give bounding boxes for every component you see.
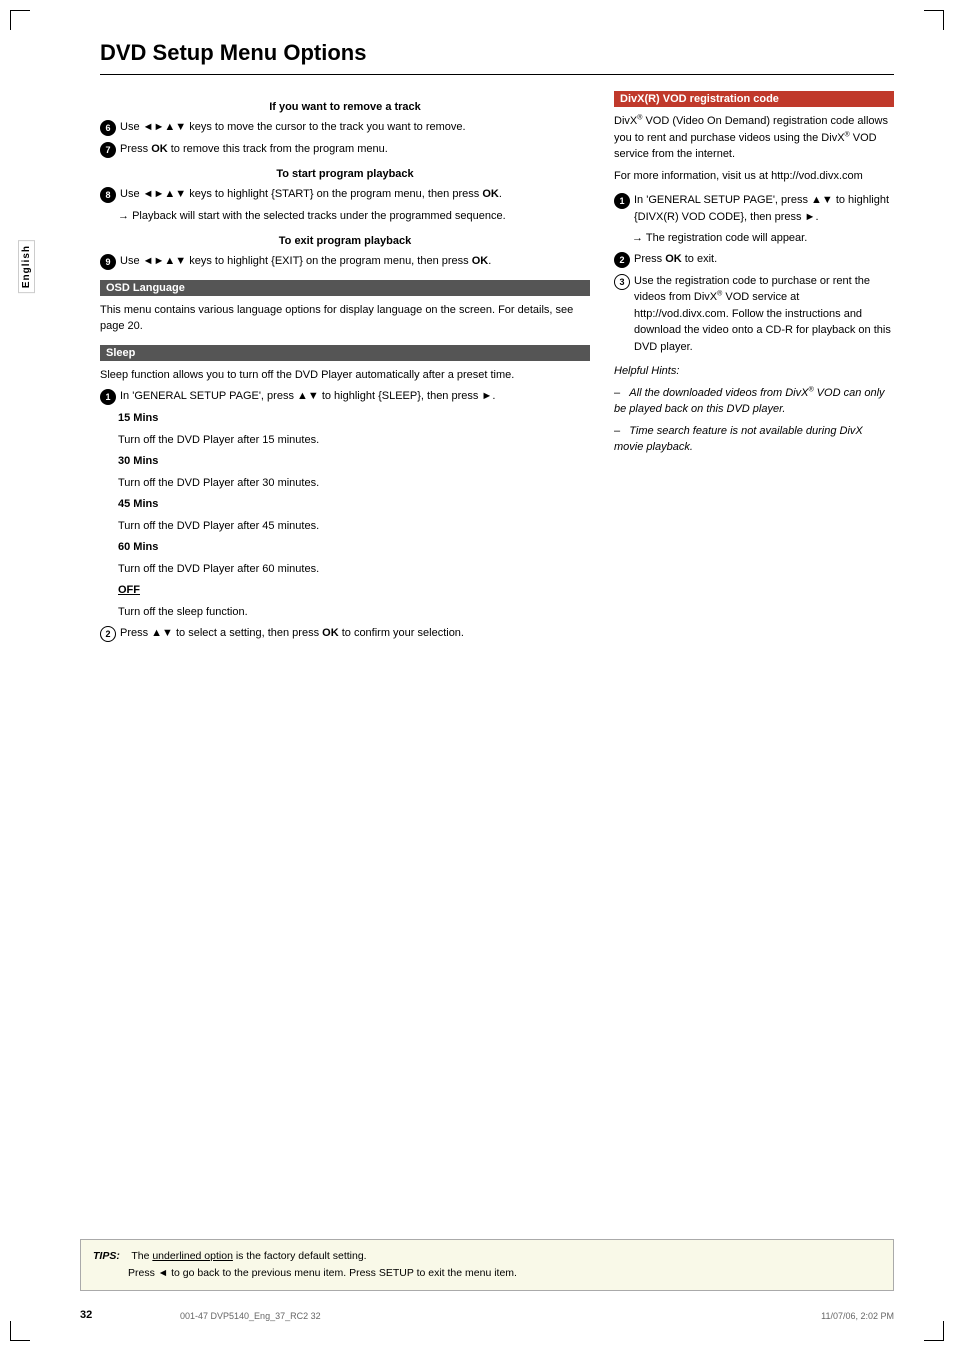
number-3-divx: 3	[614, 274, 630, 290]
divx-visit: For more information, visit us at http:/…	[614, 168, 894, 185]
helpful-hints-label: Helpful Hints:	[614, 363, 894, 380]
sleep-options: 15 Mins Turn off the DVD Player after 15…	[118, 410, 590, 620]
exit-playback-heading: To exit program playback	[100, 235, 590, 247]
sleep-off-text: Turn off the sleep function.	[118, 604, 590, 621]
start-playback-heading: To start program playback	[100, 168, 590, 180]
osd-language-heading: OSD Language	[100, 280, 590, 296]
sleep-15-text: Turn off the DVD Player after 15 minutes…	[118, 432, 590, 449]
number-1-divx: 1	[614, 193, 630, 209]
tips-label: TIPS:	[93, 1250, 120, 1262]
divx-step-3-text: Use the registration code to purchase or…	[634, 273, 894, 356]
divx-intro: DivX® VOD (Video On Demand) registration…	[614, 113, 894, 163]
start-playback-item-8: 8 Use ◄►▲▼ keys to highlight {START} on …	[100, 186, 590, 203]
sleep-15-label: 15 Mins	[118, 410, 590, 427]
number-9: 9	[100, 254, 116, 270]
number-8: 8	[100, 187, 116, 203]
corner-tr	[924, 10, 944, 30]
number-2-divx: 2	[614, 252, 630, 268]
tips-box: TIPS: The underlined option is the facto…	[80, 1239, 894, 1291]
number-2-sleep: 2	[100, 626, 116, 642]
divx-step-1-text: In 'GENERAL SETUP PAGE', press ▲▼ to hig…	[634, 192, 894, 225]
number-7: 7	[100, 142, 116, 158]
remove-track-item-6: 6 Use ◄►▲▼ keys to move the cursor to th…	[100, 119, 590, 136]
corner-br	[924, 1321, 944, 1341]
sleep-45-text: Turn off the DVD Player after 45 minutes…	[118, 518, 590, 535]
divx-heading: DivX(R) VOD registration code	[614, 91, 894, 107]
sleep-60-label: 60 Mins	[118, 539, 590, 556]
right-column: DivX(R) VOD registration code DivX® VOD …	[614, 91, 894, 647]
content-area: If you want to remove a track 6 Use ◄►▲▼…	[100, 91, 894, 647]
tips-line2: Press ◄ to go back to the previous menu …	[128, 1267, 517, 1279]
sleep-45-label: 45 Mins	[118, 496, 590, 513]
divx-step-2-text: Press OK to exit.	[634, 251, 894, 268]
corner-tl	[10, 10, 30, 30]
hint-1: – All the downloaded videos from DivX® V…	[614, 385, 894, 418]
sleep-heading: Sleep	[100, 345, 590, 361]
remove-track-text-6: Use ◄►▲▼ keys to move the cursor to the …	[120, 119, 590, 136]
sleep-intro: Sleep function allows you to turn off th…	[100, 367, 590, 384]
number-6: 6	[100, 120, 116, 136]
sleep-30-text: Turn off the DVD Player after 30 minutes…	[118, 475, 590, 492]
divx-step-1: 1 In 'GENERAL SETUP PAGE', press ▲▼ to h…	[614, 192, 894, 225]
footer-date: 11/07/06, 2:02 PM	[821, 1311, 894, 1321]
tips-line1: The underlined option is the factory def…	[131, 1250, 366, 1262]
osd-text: This menu contains various language opti…	[100, 302, 590, 335]
sleep-off-label: OFF	[118, 582, 590, 599]
number-1-sleep: 1	[100, 389, 116, 405]
divx-step-2: 2 Press OK to exit.	[614, 251, 894, 268]
left-column: If you want to remove a track 6 Use ◄►▲▼…	[100, 91, 590, 647]
sleep-step-2: 2 Press ▲▼ to select a setting, then pre…	[100, 625, 590, 642]
hint-2: – Time search feature is not available d…	[614, 423, 894, 456]
sleep-60-text: Turn off the DVD Player after 60 minutes…	[118, 561, 590, 578]
footer-code: 001-47 DVP5140_Eng_37_RC2 32	[180, 1311, 321, 1321]
exit-playback-item-9: 9 Use ◄►▲▼ keys to highlight {EXIT} on t…	[100, 253, 590, 270]
corner-bl	[10, 1321, 30, 1341]
page: English DVD Setup Menu Options If you wa…	[0, 0, 954, 1351]
sleep-step-1: 1 In 'GENERAL SETUP PAGE', press ▲▼ to h…	[100, 388, 590, 405]
divx-step-1-arrow: The registration code will appear.	[632, 230, 894, 247]
remove-track-heading: If you want to remove a track	[100, 101, 590, 113]
start-playback-text-8: Use ◄►▲▼ keys to highlight {START} on th…	[120, 186, 590, 203]
page-number: 32	[80, 1309, 92, 1321]
sleep-step-2-text: Press ▲▼ to select a setting, then press…	[120, 625, 590, 642]
divx-steps: 1 In 'GENERAL SETUP PAGE', press ▲▼ to h…	[614, 192, 894, 355]
sleep-step-1-text: In 'GENERAL SETUP PAGE', press ▲▼ to hig…	[120, 388, 590, 405]
exit-playback-text-9: Use ◄►▲▼ keys to highlight {EXIT} on the…	[120, 253, 590, 270]
remove-track-item-7: 7 Press OK to remove this track from the…	[100, 141, 590, 158]
sleep-30-label: 30 Mins	[118, 453, 590, 470]
start-playback-arrow: Playback will start with the selected tr…	[118, 208, 590, 225]
page-title: DVD Setup Menu Options	[100, 40, 894, 75]
sidebar-language: English	[18, 240, 35, 293]
divx-step-3: 3 Use the registration code to purchase …	[614, 273, 894, 356]
remove-track-text-7: Press OK to remove this track from the p…	[120, 141, 590, 158]
